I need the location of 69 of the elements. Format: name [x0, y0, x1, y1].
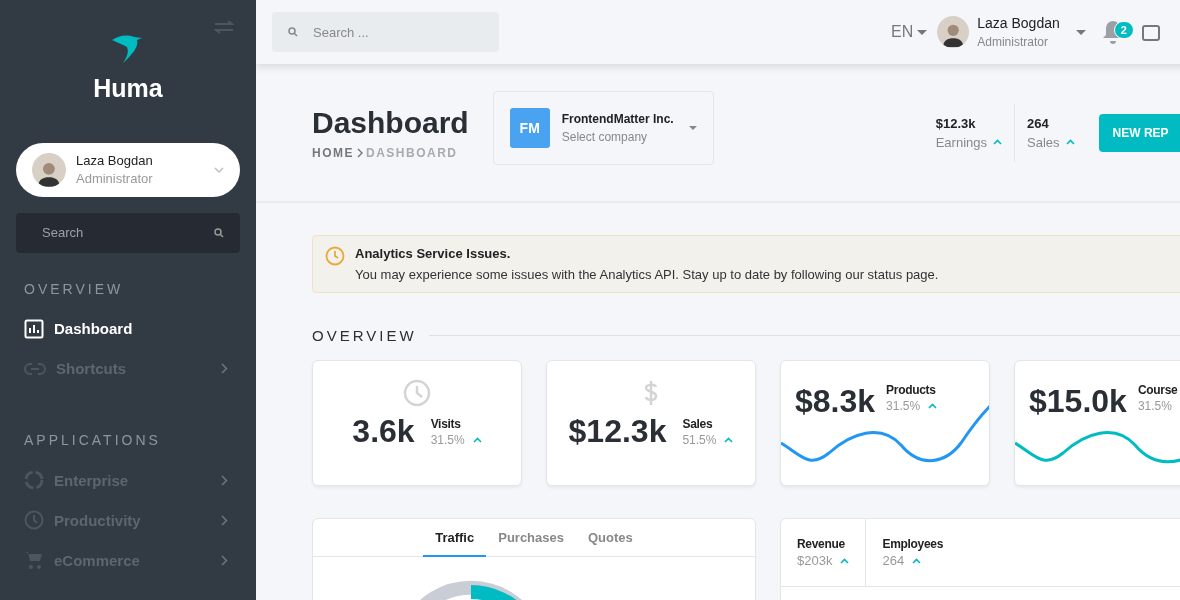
search-icon — [288, 27, 298, 37]
bar-chart-icon — [24, 318, 44, 339]
tab[interactable]: Quotes — [576, 519, 645, 557]
search-field[interactable]: Search ... — [272, 12, 499, 52]
nav-item[interactable]: Dashboard — [16, 308, 240, 349]
dollar-icon — [643, 379, 659, 407]
clock-icon — [403, 379, 431, 407]
card-change: 31.5% — [886, 399, 921, 413]
chevron-down-icon — [214, 166, 224, 173]
caret-up-icon — [928, 403, 938, 409]
language-select[interactable]: EN — [891, 23, 928, 41]
search-field[interactable]: Search — [16, 212, 240, 253]
ring-icon — [24, 470, 44, 491]
person-silhouette-icon — [942, 22, 965, 48]
card-value: $15.0k — [1029, 383, 1127, 420]
company-select[interactable]: FM FrontendMatter Inc. Select company — [492, 90, 714, 165]
card-label: Products — [886, 383, 937, 397]
company-logo: FM — [509, 107, 550, 148]
user-name: Laza Bogdan — [76, 153, 154, 169]
card-value: $12.3k — [568, 413, 667, 450]
alert-title: Analytics Service Issues. — [355, 246, 512, 261]
stat-value: 264 — [1027, 115, 1050, 131]
caret-up-icon — [912, 557, 922, 564]
stat-value: 264 — [882, 553, 905, 568]
breadcrumb-link[interactable]: DASHBOARD — [366, 145, 458, 160]
company-hint: Select company — [561, 129, 649, 144]
caret-up-icon — [724, 436, 734, 443]
stat-label: Employees — [882, 537, 944, 551]
card-change: 51.5% — [682, 432, 717, 447]
user-role: Administrator — [76, 171, 154, 187]
cart-icon — [24, 550, 44, 571]
stat-value: $203k — [797, 553, 833, 568]
brand-name: Huma — [93, 74, 163, 103]
user-card[interactable]: Laza Bogdan Administrator — [16, 143, 240, 197]
clock-icon — [24, 510, 44, 531]
caret-up-icon — [840, 557, 850, 564]
page-title: Dashboard — [312, 105, 469, 140]
card-label: Visits — [430, 416, 462, 431]
tab[interactable]: Purchases — [486, 519, 576, 557]
card-change: 31.5% — [430, 432, 465, 447]
chevron-right-icon — [357, 147, 363, 158]
user-name: Laza Bogdan — [977, 15, 1060, 31]
card-value: 3.6k — [352, 413, 415, 450]
stat-label: Revenue — [797, 537, 846, 551]
section-title: APPLICATIONS — [24, 432, 162, 449]
caret-up-icon — [472, 436, 482, 443]
company-name: FrontendMatter Inc. — [561, 111, 675, 126]
stat-label: Earnings — [935, 134, 987, 150]
caret-up-icon — [993, 139, 1002, 145]
card-label: Course — [1137, 383, 1179, 397]
search-icon — [214, 227, 224, 238]
stat-label: Sales — [1027, 134, 1060, 150]
alert-message: You may experience some issues with the Analytics API. Stay up to date by following our status page. — [355, 267, 939, 282]
caret-up-icon — [1065, 139, 1075, 145]
caret-down-icon[interactable] — [1075, 29, 1086, 35]
caret-down-icon — [917, 29, 928, 35]
card-label: Sales — [682, 416, 714, 431]
link-icon — [24, 362, 46, 375]
card-change: 31.5% — [1137, 399, 1172, 413]
user-role: Administrator — [977, 35, 1049, 49]
stat-value: $12.3k — [935, 115, 977, 131]
breadcrumb-link[interactable]: HOME — [312, 145, 354, 160]
section-title: OVERVIEW — [312, 327, 417, 344]
new-report-button[interactable]: NEW REP — [1098, 113, 1180, 152]
card-value: $8.3k — [795, 383, 876, 420]
section-title: OVERVIEW — [24, 280, 125, 297]
tab[interactable]: Traffic — [423, 519, 487, 557]
caret-down-icon — [688, 125, 697, 130]
clock-icon — [325, 246, 345, 266]
